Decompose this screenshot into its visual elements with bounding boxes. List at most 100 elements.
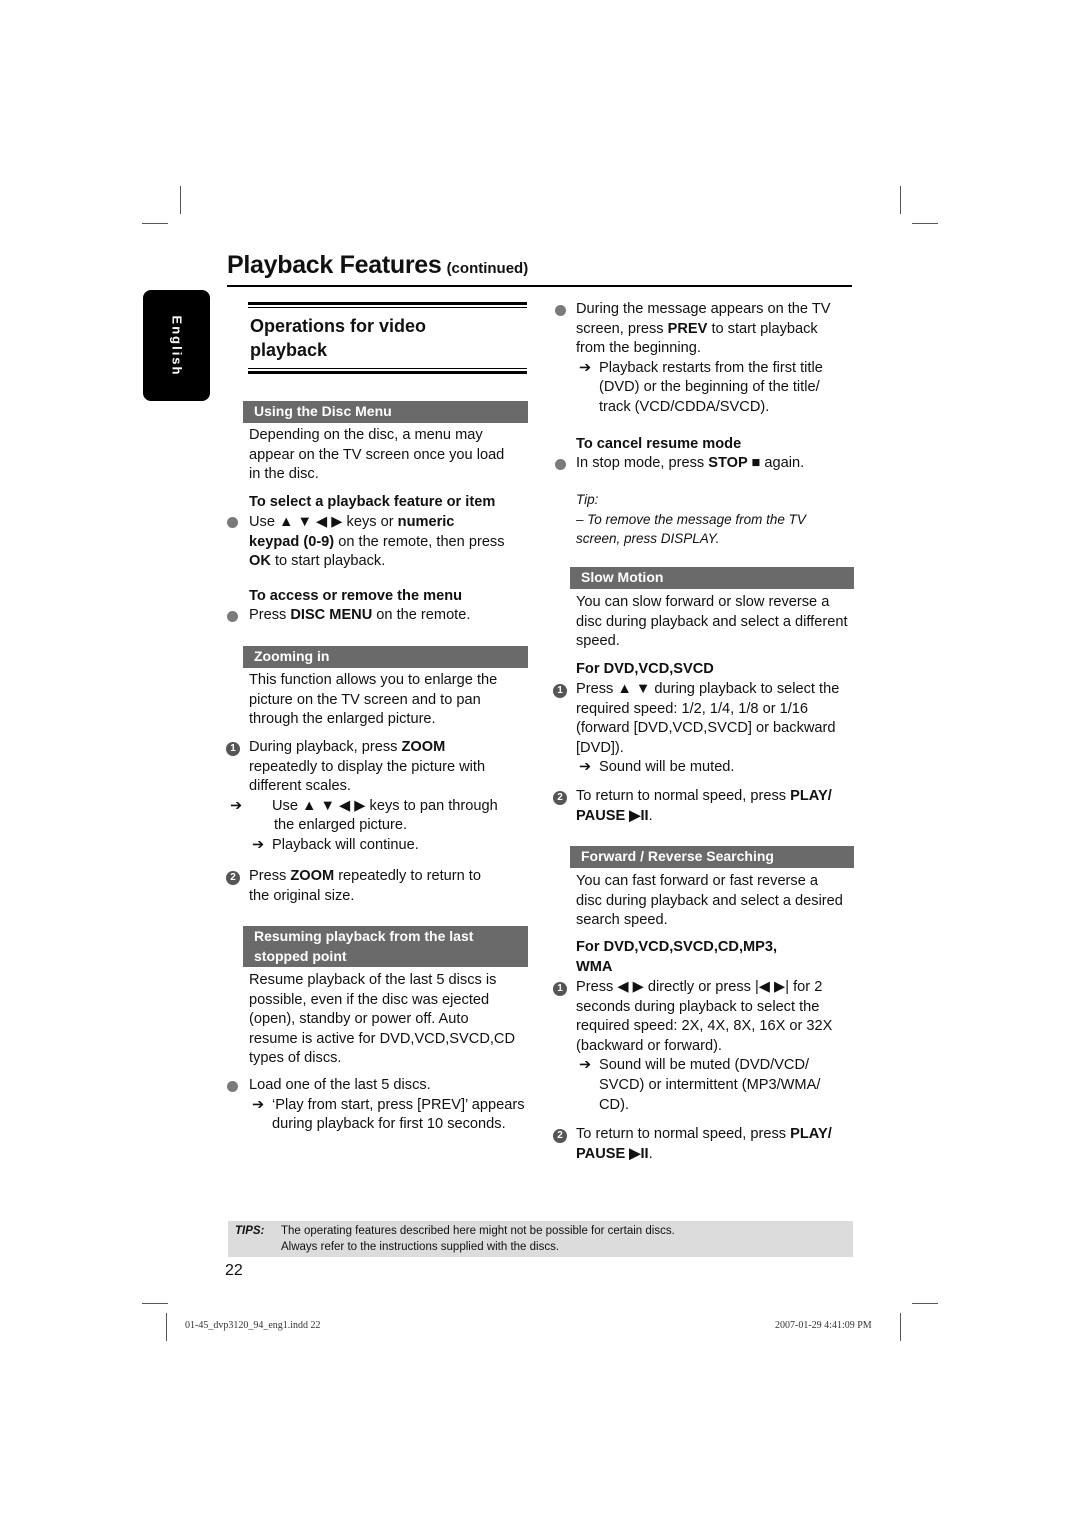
bold-text: ZOOM [401,739,446,755]
bold-text: PREV [667,320,708,337]
text: Sound will be muted (DVD/VCD/ [599,1057,810,1074]
section-title-text: Operations for video playback [248,308,527,368]
bold-text: OK [249,553,271,570]
heading-forward-reverse-searching: Forward / Reverse Searching [570,846,854,868]
zoom-step-1: During playback, press ZOOM repeatedly t… [230,738,539,856]
text: to start playback. [270,553,386,570]
bullet-icon [227,1081,238,1092]
text-line: Depending on the disc, a menu may [249,427,483,443]
crop-mark [912,1303,938,1304]
text-line: Load one of the last 5 discs. [249,1077,431,1093]
text: In stop mode, press [576,455,709,471]
crop-mark [900,1313,901,1341]
subheading-for-dvd-vcd-svcd: For DVD,VCD,SVCD [576,661,714,677]
subheading-line: For DVD,VCD,SVCD,CD,MP3, [576,939,778,955]
prev-bullet: During the message appears on the TV scr… [576,300,866,418]
bold-text: PAUSE ▶II [576,807,649,824]
resume-intro: Resume playback of the last 5 discs is p… [249,971,539,1069]
crop-mark [180,186,181,214]
step-number-1-icon: 1 [553,684,567,698]
text-line: [DVD]). [576,739,624,756]
text: on the remote. [372,607,471,623]
text-line: (backward or forward). [576,1037,722,1054]
bold-text: PLAY/ [790,1126,832,1142]
section-title: Operations for video playback [248,302,527,374]
text-line: resume is active for DVD,VCD,SVCD,CD [249,1030,515,1047]
bullet-icon [227,517,238,528]
slow-step-1: Press ▲ ▼ during playback to select the … [576,680,866,778]
bold-text: DISC MENU [290,607,373,623]
text-line: appear on the TV screen once you load [249,446,505,463]
text-line: speed. [576,633,620,650]
text-line: This function allows you to enlarge the [249,672,498,688]
divider [248,302,527,305]
tips-line: The operating features described here mi… [281,1225,675,1237]
crop-mark [142,223,168,224]
bold-text: keypad (0-9) [249,533,335,550]
tip-note: Tip: – To remove the message from the TV… [576,490,866,549]
text-line: Resume playback of the last 5 discs is [249,972,497,988]
language-tab-label: English [169,315,184,376]
text-line: the original size. [249,887,355,904]
heading-resuming-playback: Resuming playback from the last stopped … [243,926,528,967]
text-line: search speed. [576,912,668,929]
text-line: Press ◀ ▶ directly or press |◀ ▶| for 2 [576,979,823,995]
text: screen, press [576,320,668,337]
tip-label: Tip: [576,492,599,507]
subheading-line: WMA [576,958,613,975]
subheading-access-menu: To access or remove the menu [249,588,463,604]
subheading-cancel-resume: To cancel resume mode [576,436,742,452]
zoom-intro: This function allows you to enlarge the … [249,671,534,730]
text-line: (forward [DVD,VCD,SVCD] or backward [576,720,836,737]
text-line: the enlarged picture. [274,817,408,834]
resume-bullet: Load one of the last 5 discs. ➔ ‘Play fro… [249,1076,539,1135]
heading-slow-motion: Slow Motion [570,567,854,589]
text: Sound will be muted. [599,759,735,776]
arrow-icon: ➔ [579,759,592,776]
divider [248,368,527,369]
step-number-2-icon: 2 [553,791,567,805]
zoom-step-2: Press ZOOM repeatedly to return to the o… [249,867,539,906]
disc-menu-intro: Depending on the disc, a menu may appear… [249,426,534,485]
bullet-icon [555,459,566,470]
text-line: during playback for first 10 seconds. [272,1116,506,1133]
bold-text: numeric [397,514,455,530]
arrow-icon: ➔ [252,836,265,853]
bold-text: PLAY/ [790,788,832,804]
slow-step-2: To return to normal speed, press PLAY/ P… [576,787,866,826]
crop-mark [142,1303,168,1304]
crop-mark [166,1313,167,1341]
text-line: CD). [599,1096,629,1113]
text-line: picture on the TV screen and to pan [249,691,481,708]
crop-mark [912,223,938,224]
page-title: Playback Features (continued) [227,249,852,287]
text-line: disc during playback and select a desire… [576,892,843,909]
text: Playback restarts from the first title [599,359,823,376]
page-title-suffix: (continued) [446,260,529,277]
text: Press [249,868,291,884]
text: repeatedly to return to [334,868,481,884]
text: To return to normal speed, press [576,788,791,804]
text: To return to normal speed, press [576,1126,791,1142]
step-number-1-icon: 1 [226,742,240,756]
subheading-select-feature: To select a playback feature or item [249,494,496,510]
text-line: (DVD) or the beginning of the title/ [599,379,820,396]
text: again. [760,455,805,471]
text-line: different scales. [249,778,351,795]
step-number-2-icon: 2 [553,1129,567,1143]
text: ‘Play from start, press [PREV]’ appears [272,1096,525,1113]
bold-text: STOP ■ [708,455,761,471]
arrow-icon: ➔ [579,1057,592,1074]
text-line: You can slow forward or slow reverse a [576,594,830,610]
arrow-icon: ➔ [579,359,592,376]
text-line: required speed: 1/2, 1/4, 1/8 or 1/16 [576,700,809,717]
text-line: During the message appears on the TV [576,301,831,317]
bullet-icon [227,611,238,622]
cancel-resume-text: In stop mode, press STOP ■ again. [576,454,866,474]
access-menu-text: Press DISC MENU on the remote. [249,606,534,626]
text: Use ▲ ▼ ◀ ▶ keys or [249,514,398,530]
bullet-icon [555,305,566,316]
text-line: seconds during playback to select the [576,998,820,1015]
step-number-2-icon: 2 [226,871,240,885]
select-feature-text: Use ▲ ▼ ◀ ▶ keys or numeric keypad (0-9)… [249,513,534,572]
